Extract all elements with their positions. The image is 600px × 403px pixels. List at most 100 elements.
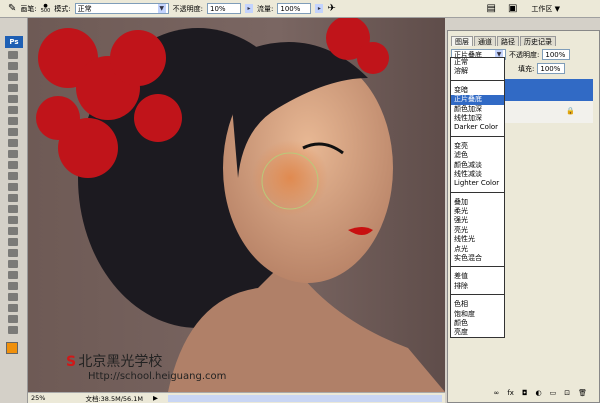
brush-preset-picker[interactable]: ● 500 [40,3,51,14]
zoom-level[interactable]: 25% [31,394,45,402]
tool-icon[interactable] [8,216,18,224]
layer-opacity-field[interactable]: 100% [542,49,571,60]
brush-size: 500 [40,7,51,14]
blend-mode-option[interactable]: 颜色 [451,319,504,328]
tools-panel: Ps [0,18,28,403]
opacity-dropdown[interactable]: ▸ [245,4,254,13]
panel-tab[interactable]: 历史记录 [520,36,556,46]
flow-dropdown[interactable]: ▸ [315,4,324,13]
blend-mode-option[interactable]: 饱和度 [451,310,504,319]
watermark-logo-icon: S [66,354,77,370]
tool-icon[interactable] [8,238,18,246]
ps-logo: Ps [5,36,23,48]
blend-mode-option[interactable]: 点光 [451,245,504,254]
airbrush-icon[interactable]: ✈ [327,3,335,14]
tool-icon[interactable] [8,326,18,334]
workspace-menu[interactable]: 工作区 ▼ [531,4,560,14]
tool-icon[interactable] [8,150,18,158]
tool-icon[interactable] [8,271,18,279]
blend-mode-option[interactable]: 滤色 [451,151,504,160]
layers-footer: ∞ fx ◘ ◐ ▭ ⊡ 🗑 [451,389,593,399]
fill-field[interactable]: 100% [537,63,566,74]
panel-tab[interactable]: 路径 [497,36,519,46]
blend-mode-option[interactable]: Lighter Color [451,179,504,188]
tool-icon[interactable] [8,293,18,301]
status-bar: 25% 文档:38.5M/56.1M ▶ [28,392,445,403]
opacity-field[interactable]: 10% [207,3,242,14]
horizontal-scrollbar[interactable] [168,394,442,402]
blend-mode-option[interactable]: 正常 [451,58,504,67]
tool-icon[interactable] [8,315,18,323]
portrait-photo [36,18,445,392]
blend-mode-option[interactable]: 线性加深 [451,114,504,123]
opacity-value: 10% [210,4,226,13]
group-icon[interactable]: ▭ [550,389,557,399]
tool-icon[interactable] [8,183,18,191]
panel-tabs: 图层 通道 路径 历史记录 [451,36,599,47]
tool-icon[interactable] [8,73,18,81]
blend-mode-dropdown-list: 正常 溶解 变暗 正片叠底 颜色加深 线性加深 Darker Color 变亮 滤色 颜色减淡 线性… [450,57,505,338]
tool-icon[interactable] [8,128,18,136]
tool-icon[interactable] [8,84,18,92]
blend-mode-option[interactable]: 变亮 [451,142,504,151]
tool-icon[interactable] [8,227,18,235]
brush-label: 画笔: [20,4,37,13]
blend-mode-option[interactable]: 实色混合 [451,254,504,263]
tool-icon[interactable] [8,117,18,125]
status-menu-arrow-icon[interactable]: ▶ [153,394,158,402]
blend-mode-option[interactable]: 亮光 [451,226,504,235]
mode-value: 正常 [77,4,92,13]
blend-mode-option[interactable]: 变暗 [451,86,504,95]
blend-mode-option[interactable]: 正片叠底 [451,95,504,105]
tool-icon[interactable] [8,62,18,70]
mode-select[interactable]: 正常 ▼ [74,3,169,14]
palette-well-icon[interactable]: ▤ [486,3,495,14]
blend-mode-option[interactable]: Darker Color [451,123,504,132]
tool-icon[interactable] [8,304,18,312]
watermark-title: 北京黑光学校 [78,354,163,370]
flow-value: 100% [280,4,301,13]
blend-mode-option[interactable]: 亮度 [451,328,504,337]
new-layer-icon[interactable]: ⊡ [564,389,570,399]
blend-mode-option[interactable]: 色相 [451,300,504,309]
tool-icon[interactable] [8,194,18,202]
panel-tab[interactable]: 通道 [474,36,496,46]
foreground-color-swatch[interactable] [6,342,18,354]
blend-mode-option[interactable]: 颜色减淡 [451,161,504,170]
lock-icon: 🔒 [566,107,575,115]
link-layers-icon[interactable]: ∞ [494,389,500,399]
blend-mode-option[interactable]: 溶解 [451,67,504,76]
tool-icon[interactable] [8,161,18,169]
tool-icon[interactable] [8,282,18,290]
tool-icon[interactable] [8,106,18,114]
tool-icon[interactable] [8,249,18,257]
document-info: 文档:38.5M/56.1M [85,395,143,403]
bridge-icon[interactable]: ▣ [508,3,517,14]
tool-icon[interactable] [8,139,18,147]
options-bar: ✎ 画笔: ● 500 模式: 正常 ▼ 不透明度: 10% ▸ 流量: 100% … [0,0,600,18]
watermark-url: Http://school.heiguang.com [88,371,227,382]
flow-label: 流量: [257,4,274,13]
fx-icon[interactable]: fx [507,389,514,399]
blend-mode-option[interactable]: 线性光 [451,235,504,244]
adjustment-layer-icon[interactable]: ◐ [536,389,542,399]
tool-icon[interactable] [8,95,18,103]
chevron-down-icon: ▼ [157,4,166,13]
mode-label: 模式: [54,4,71,13]
tool-icon[interactable] [8,172,18,180]
flow-field[interactable]: 100% [277,3,312,14]
tool-icon[interactable] [8,205,18,213]
blend-mode-option[interactable]: 强光 [451,216,504,225]
mask-icon[interactable]: ◘ [522,389,528,399]
panel-tab[interactable]: 图层 [451,36,473,46]
blend-mode-option[interactable]: 叠加 [451,198,504,207]
blend-mode-option[interactable]: 颜色加深 [451,105,504,114]
blend-mode-option[interactable]: 线性减淡 [451,170,504,179]
brush-tool-icon[interactable]: ✎ [8,3,16,14]
document-canvas[interactable]: S 北京黑光学校 Http://school.heiguang.com [28,18,445,392]
blend-mode-option[interactable]: 差值 [451,272,504,281]
tool-icon[interactable] [8,51,18,59]
trash-icon[interactable]: 🗑 [578,389,587,399]
blend-mode-option[interactable]: 排除 [451,282,504,291]
tool-icon[interactable] [8,260,18,268]
